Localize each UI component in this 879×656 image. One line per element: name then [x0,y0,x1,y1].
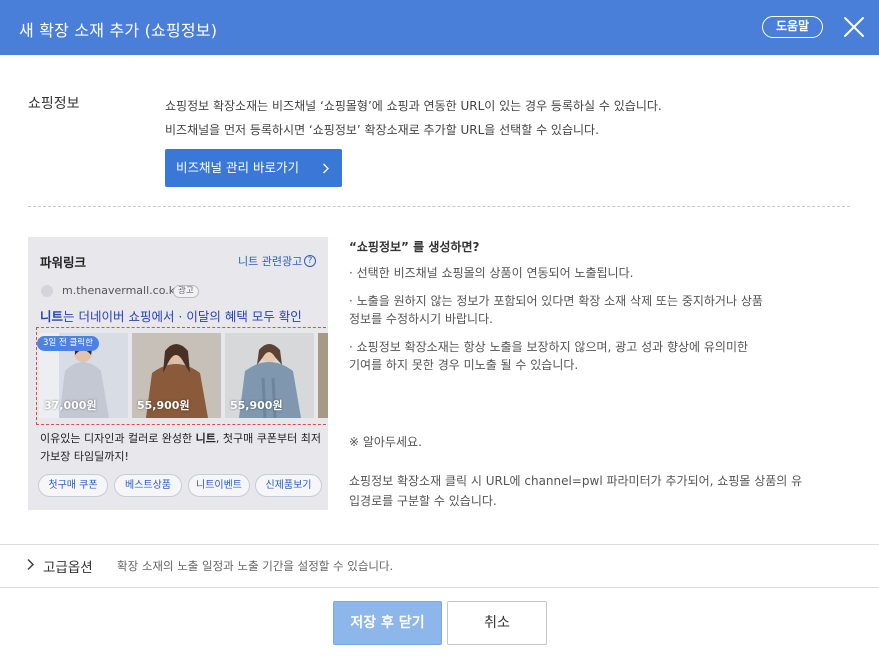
info-bullet-3-line-1: · 쇼핑정보 확장소재는 항상 노출을 보장하지 않으며, 광고 성과 향상에 … [349,340,749,354]
advanced-options-toggle[interactable]: 고급옵션 [43,556,93,576]
section-label-shopping-info: 쇼핑정보 [28,96,80,112]
save-and-close-button[interactable]: 저장 후 닫기 [333,601,442,645]
preview-sublinks: 첫구매 쿠폰 베스트상품 니트이벤트 신제품보기 [38,474,328,498]
product-price: 37,000원 [44,399,97,412]
info-title: “쇼핑정보” 를 생성하면? [349,240,480,254]
product-photo-4 [318,333,328,418]
preview-title: 파워링크 [40,255,87,270]
info-bullet-2-line-2: 정보를 수정하시기 바랍니다. [349,312,493,326]
preview-related-ads: 니트 관련광고 [238,255,303,268]
chevron-right-icon[interactable] [26,558,35,571]
sublink-tag: 베스트상품 [114,474,182,497]
product-image: 55,900원 [225,333,314,418]
footer-divider [0,587,879,588]
description-keyword: 니트 [195,432,216,445]
preview-url: m.thenavermall.co.kr [62,284,180,297]
chevron-right-icon [323,163,329,174]
info-bullet-2-line-1: · 노출을 원하지 않는 정보가 포함되어 있다면 확장 소재 삭제 또는 중지… [349,294,763,308]
sublink-tag: 첫구매 쿠폰 [38,474,108,497]
product-image: 55,900원 [132,333,221,418]
biz-channel-manage-button[interactable]: 비즈채널 관리 바로가기 [165,149,342,187]
sublink-tag: 니트이벤트 [188,474,250,497]
description-line-2: 비즈채널을 먼저 등록하시면 ‘쇼핑정보’ 확장소재로 추가할 URL을 선택할… [165,123,599,137]
headline-keyword: 니트 [40,309,64,324]
product-image [318,333,328,418]
advanced-options-description: 확장 소재의 노출 일정과 노출 기간을 설정할 수 있습니다. [117,559,394,573]
close-icon [844,17,864,37]
ad-badge: 광고 [173,285,199,298]
site-favicon-icon [41,285,53,297]
notice-line-2: 입경로를 구분할 수 있습니다. [349,494,497,508]
section-divider [28,206,850,207]
question-icon: ? [304,255,316,267]
preview-description: 이유있는 디자인과 컬러로 완성한 니트, 첫구매 쿠폰부터 최저가보장 타임딜… [40,430,322,466]
product-price: 55,900원 [137,399,190,412]
info-bullet-3-line-2: 기여를 하지 못한 경우 미노출 될 수 있습니다. [349,358,579,372]
close-button[interactable] [842,15,866,39]
dialog-header: 새 확장 소재 추가 (쇼핑정보) 도움말 [0,0,879,55]
notice-line-1: 쇼핑정보 확장소재 클릭 시 URL에 channel=pwl 파라미터가 추가… [349,474,803,488]
info-bullet-1: · 선택한 비즈채널 쇼핑몰의 상품이 연동되어 노출됩니다. [349,266,634,280]
ad-preview: 파워링크 니트 관련광고 ? m.thenavermall.co.kr 광고 니… [28,237,328,510]
description-text: 이유있는 디자인과 컬러로 완성한 [40,432,196,445]
recent-click-badge: 3일 전 클릭한 [37,336,99,351]
biz-channel-button-label: 비즈채널 관리 바로가기 [176,160,299,175]
notice-title: ※ 알아두세요. [349,435,422,449]
cancel-button[interactable]: 취소 [447,601,547,645]
dialog-title: 새 확장 소재 추가 (쇼핑정보) [19,21,218,40]
sublink-tag: 신제품보기 [255,474,322,497]
help-button[interactable]: 도움말 [762,16,823,38]
preview-headline: 니트는 더네이버 쇼핑에서 · 이달의 혜택 모두 확인 [40,306,302,325]
headline-text: 는 더네이버 쇼핑에서 · 이달의 혜택 모두 확인 [63,309,302,324]
description-line-1: 쇼핑정보 확장소재는 비즈채널 ‘쇼핑몰형’에 쇼핑과 연동한 URL이 있는 … [165,99,662,113]
advanced-top-divider [0,544,879,545]
product-price: 55,900원 [230,399,283,412]
